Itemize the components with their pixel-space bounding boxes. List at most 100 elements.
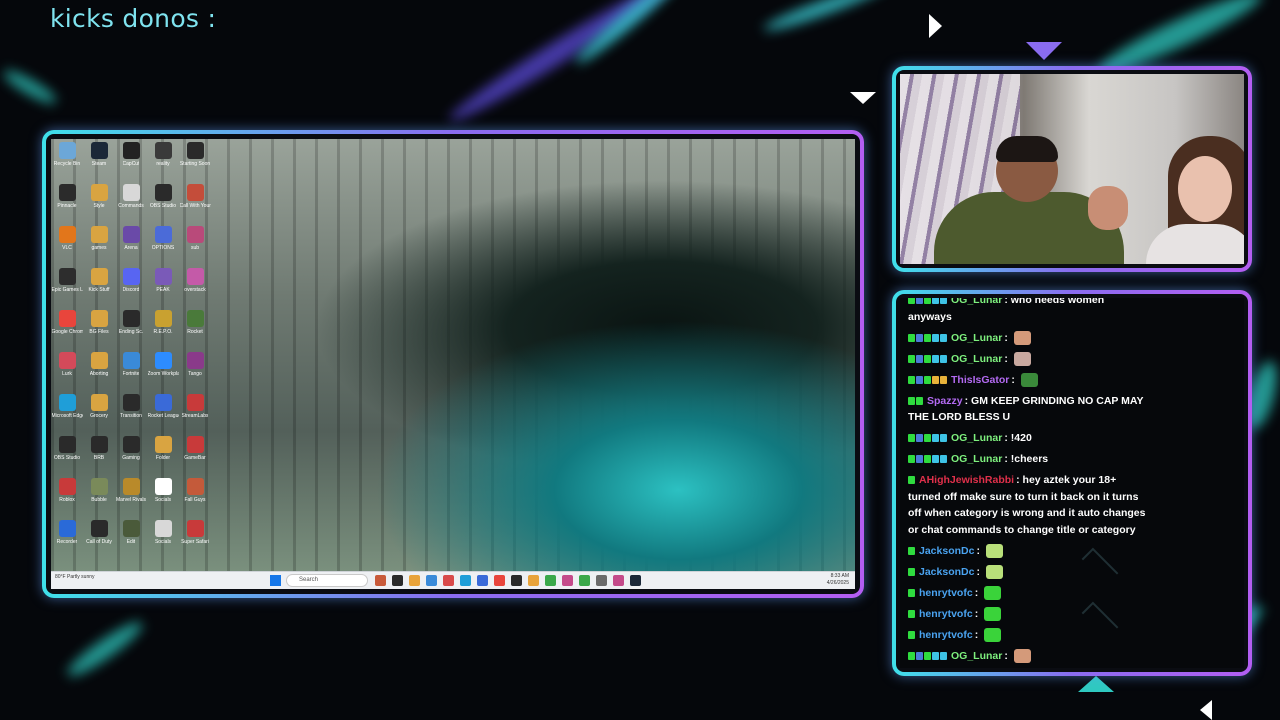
- desktop-icon[interactable]: games: [83, 223, 115, 265]
- badge-icon: [908, 396, 915, 405]
- badge-icon: [932, 455, 939, 464]
- start-button[interactable]: [270, 575, 281, 586]
- desktop-icon[interactable]: Starting Soon: [179, 139, 211, 181]
- desktop-icon[interactable]: OBS Studio: [51, 433, 83, 475]
- desktop-icon[interactable]: Pinnacle: [51, 181, 83, 223]
- chat-message: OG_Lunar: !420: [908, 430, 1148, 447]
- desktop-icon[interactable]: Socials: [147, 517, 179, 559]
- desktop-icon[interactable]: Epic Games Launcher: [51, 265, 83, 307]
- taskbar-app-icon[interactable]: [613, 575, 624, 586]
- desktop-icon[interactable]: Roblox: [51, 475, 83, 517]
- chat-username[interactable]: OG_Lunar: [951, 332, 1002, 344]
- desktop-icon[interactable]: BG Files: [83, 307, 115, 349]
- app-icon: [58, 226, 76, 243]
- desktop-icon[interactable]: Tango: [179, 349, 211, 391]
- taskbar-app-icon[interactable]: [375, 575, 386, 586]
- chat-username[interactable]: JacksonDc: [919, 566, 974, 578]
- taskbar-app-icon[interactable]: [562, 575, 573, 586]
- app-icon: [90, 352, 108, 369]
- desktop-icon[interactable]: Bubble: [83, 475, 115, 517]
- taskbar-app-icon[interactable]: [511, 575, 522, 586]
- chat-username[interactable]: Spazzy: [927, 395, 963, 407]
- app-icon: [90, 142, 108, 159]
- taskbar-search[interactable]: Search: [286, 574, 368, 587]
- bg-streak: [761, 0, 889, 36]
- chat-message: OG_Lunar: who needs women anyways: [908, 298, 1148, 325]
- desktop-icon[interactable]: Commands: [115, 181, 147, 223]
- desktop-icon[interactable]: VLC: [51, 223, 83, 265]
- desktop-icon[interactable]: Folder: [147, 433, 179, 475]
- emote-icon: [985, 544, 1003, 558]
- desktop-icon[interactable]: StreamLabs: [179, 391, 211, 433]
- desktop-icon[interactable]: Call With Your Friends: [179, 181, 211, 223]
- desktop-icon[interactable]: Gaming: [115, 433, 147, 475]
- taskbar-app-icon[interactable]: [392, 575, 403, 586]
- taskbar-app-icon[interactable]: [477, 575, 488, 586]
- taskbar-app-icon[interactable]: [426, 575, 437, 586]
- taskbar-app-icon[interactable]: [528, 575, 539, 586]
- chat-badges: [908, 298, 948, 309]
- desktop-icon[interactable]: BRB: [83, 433, 115, 475]
- chat-username[interactable]: OG_Lunar: [951, 353, 1002, 365]
- desktop-icon[interactable]: Fortnite: [115, 349, 147, 391]
- taskbar-app-icon[interactable]: [579, 575, 590, 586]
- badge-icon: [924, 455, 931, 464]
- desktop-icon[interactable]: overstack: [179, 265, 211, 307]
- chat-username[interactable]: OG_Lunar: [951, 432, 1002, 444]
- desktop-icon[interactable]: Recycle Bin: [51, 139, 83, 181]
- desktop-icon[interactable]: Ending Sc.: [115, 307, 147, 349]
- desktop-icon-label: Socials: [154, 539, 172, 545]
- desktop-icon[interactable]: Microsoft Edge: [51, 391, 83, 433]
- weather-widget[interactable]: 80°F Partly sunny: [55, 574, 95, 580]
- chat-username[interactable]: OG_Lunar: [951, 650, 1002, 662]
- desktop-icon[interactable]: Style: [83, 181, 115, 223]
- taskbar-app-icon[interactable]: [409, 575, 420, 586]
- taskbar-app-icon[interactable]: [545, 575, 556, 586]
- system-tray[interactable]: 8:33 AM 4/26/2025: [827, 573, 849, 587]
- desktop-icon[interactable]: Socials: [147, 475, 179, 517]
- desktop-icon[interactable]: Discord: [115, 265, 147, 307]
- taskbar-app-icon[interactable]: [494, 575, 505, 586]
- desktop-icon[interactable]: OBS Studio: [147, 181, 179, 223]
- chat-username[interactable]: AHighJewishRabbi: [919, 474, 1014, 486]
- chat-username[interactable]: henrytvofc: [919, 587, 973, 599]
- app-icon: [90, 268, 108, 285]
- taskbar-app-icon[interactable]: [443, 575, 454, 586]
- desktop-icon[interactable]: Lurk: [51, 349, 83, 391]
- desktop-icon[interactable]: R.E.P.O.: [147, 307, 179, 349]
- desktop-icon[interactable]: sub: [179, 223, 211, 265]
- desktop-icon[interactable]: Rocket League: [147, 391, 179, 433]
- desktop-icon[interactable]: Steam: [83, 139, 115, 181]
- desktop-icon[interactable]: OPTIONS: [147, 223, 179, 265]
- desktop-icon[interactable]: Kick Stuff: [83, 265, 115, 307]
- chat-username[interactable]: henrytvofc: [919, 608, 973, 620]
- desktop-icon[interactable]: Grocery: [83, 391, 115, 433]
- desktop-icon[interactable]: Rocket: [179, 307, 211, 349]
- desktop-icon[interactable]: Arena: [115, 223, 147, 265]
- badge-icon: [908, 476, 915, 485]
- desktop-icon[interactable]: Edit: [115, 517, 147, 559]
- desktop-icon-label: VLC: [62, 245, 72, 251]
- desktop-icon[interactable]: Aborting: [83, 349, 115, 391]
- emote-icon: [1013, 330, 1031, 345]
- desktop-icon[interactable]: Super Safari: [179, 517, 211, 559]
- desktop-icon[interactable]: Call of Duty: [83, 517, 115, 559]
- taskbar-app-icon[interactable]: [596, 575, 607, 586]
- taskbar-app-icon[interactable]: [460, 575, 471, 586]
- chat-username[interactable]: henrytvofc: [919, 629, 973, 641]
- desktop-icon[interactable]: reality: [147, 139, 179, 181]
- chat-username[interactable]: JacksonDc: [919, 545, 974, 557]
- chat-username[interactable]: ThisIsGator: [951, 374, 1009, 386]
- desktop-icon[interactable]: GameBar: [179, 433, 211, 475]
- desktop-icon[interactable]: Recorder: [51, 517, 83, 559]
- desktop-icon[interactable]: CapCut: [115, 139, 147, 181]
- desktop-icon[interactable]: Fall Guys: [179, 475, 211, 517]
- desktop-icon[interactable]: Transition: [115, 391, 147, 433]
- desktop-icon[interactable]: PEAK: [147, 265, 179, 307]
- chat-username[interactable]: OG_Lunar: [951, 453, 1002, 465]
- desktop-icon[interactable]: Zoom Workplace: [147, 349, 179, 391]
- chat-username[interactable]: OG_Lunar: [951, 298, 1002, 306]
- desktop-icon[interactable]: Marvel Rivals: [115, 475, 147, 517]
- taskbar-app-icon[interactable]: [630, 575, 641, 586]
- desktop-icon[interactable]: Google Chrome: [51, 307, 83, 349]
